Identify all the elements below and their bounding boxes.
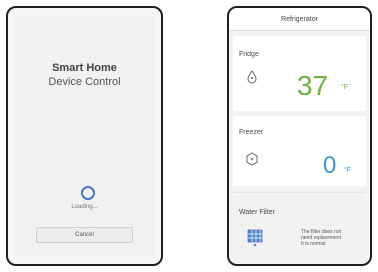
freezer-icon — [246, 152, 258, 166]
app-subtitle: Device Control — [48, 76, 121, 88]
fridge-unit: °F — [341, 84, 349, 91]
loading-text: Loading... — [71, 204, 98, 210]
page-title: Refrigerator — [281, 16, 318, 23]
filter-icon — [247, 229, 263, 247]
fridge-card[interactable]: Fridge 37 °F — [233, 36, 366, 111]
freezer-card[interactable]: Freezer 0 °F — [233, 116, 366, 186]
app-title: Smart Home — [52, 62, 117, 74]
loading-spinner-icon — [81, 186, 95, 200]
filter-message-line3: It is normal — [301, 241, 326, 247]
water-filter-label: Water Filter — [239, 209, 275, 216]
app-header: Refrigerator — [229, 8, 370, 31]
loading-screen: Smart Home Device Control Loading... Can… — [14, 16, 155, 256]
freezer-temperature: 0 — [323, 152, 337, 179]
cancel-button[interactable]: Cancel — [36, 227, 133, 243]
phone-screen-loading: Smart Home Device Control Loading... Can… — [6, 6, 163, 266]
fridge-label: Fridge — [239, 51, 259, 58]
phone-screen-refrigerator: Refrigerator Fridge 37 °F Freezer 0 °F W… — [227, 6, 372, 266]
freezer-unit: °F — [344, 167, 352, 174]
fridge-temperature: 37 — [297, 70, 329, 101]
water-filter-message: The filter does not need replacement It … — [301, 229, 361, 247]
drop-icon — [247, 70, 257, 84]
water-filter-card[interactable]: Water Filter The filter does not need re… — [233, 192, 366, 263]
freezer-label: Freezer — [239, 129, 264, 136]
